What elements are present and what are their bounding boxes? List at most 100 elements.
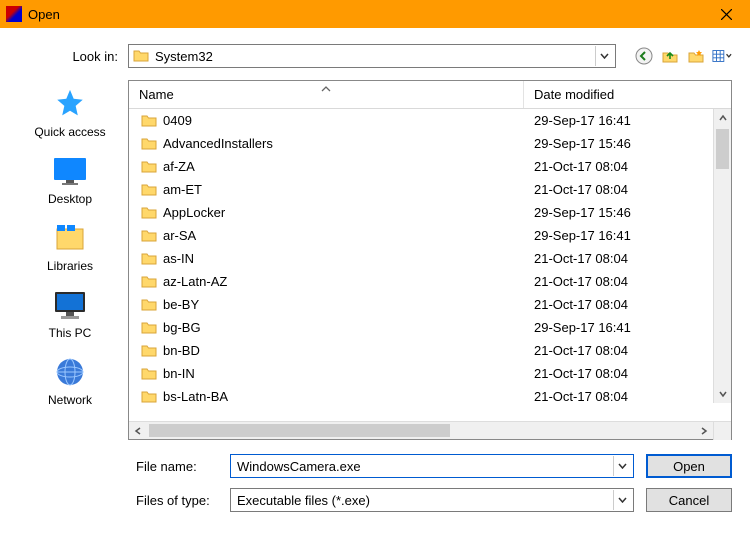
folder-icon <box>141 321 157 335</box>
vscroll-track[interactable] <box>714 127 731 385</box>
file-name-dropdown[interactable] <box>613 456 631 476</box>
look-in-row: Look in: System32 <box>18 44 732 68</box>
files-of-type-field[interactable]: Executable files (*.exe) <box>230 488 634 512</box>
file-list: Name Date modified 0409 29-Sep-17 16:41 Ad… <box>128 80 732 440</box>
file-name-cell: am-ET <box>163 182 202 197</box>
up-one-level-button[interactable] <box>660 46 680 66</box>
look-in-chevron[interactable] <box>595 46 613 66</box>
view-menu-icon <box>712 47 732 65</box>
file-name-field[interactable] <box>230 454 634 478</box>
folder-icon <box>141 183 157 197</box>
file-row[interactable]: af-ZA 21-Oct-17 08:04 <box>129 155 731 178</box>
file-row[interactable]: 0409 29-Sep-17 16:41 <box>129 109 731 132</box>
column-headers: Name Date modified <box>129 81 731 109</box>
place-desktop[interactable]: Desktop <box>48 153 92 206</box>
file-row[interactable]: bn-BD 21-Oct-17 08:04 <box>129 339 731 362</box>
folder-icon <box>141 206 157 220</box>
scroll-left-button[interactable] <box>129 422 147 440</box>
cancel-button[interactable]: Cancel <box>646 488 732 512</box>
file-date-cell: 21-Oct-17 08:04 <box>524 159 731 174</box>
file-date-cell: 29-Sep-17 15:46 <box>524 205 731 220</box>
file-date-cell: 29-Sep-17 16:41 <box>524 228 731 243</box>
file-name-input[interactable] <box>237 459 613 474</box>
file-row[interactable]: be-BY21-Oct-17 08:04 <box>129 293 731 316</box>
file-date-cell: 21-Oct-17 08:04 <box>524 366 731 381</box>
place-quick-access[interactable]: Quick access <box>34 86 105 139</box>
file-row[interactable]: bs-Latn-BA 21-Oct-17 08:04 <box>129 385 731 408</box>
desktop-icon <box>52 153 88 189</box>
new-folder-button[interactable] <box>686 46 706 66</box>
window-title: Open <box>28 7 704 22</box>
file-name-cell: af-ZA <box>163 159 195 174</box>
folder-icon <box>141 298 157 312</box>
file-date-cell: 21-Oct-17 08:04 <box>524 343 731 358</box>
folder-icon <box>141 137 157 151</box>
file-date-cell: 21-Oct-17 08:04 <box>524 389 731 404</box>
folder-icon <box>141 160 157 174</box>
places-bar: Quick access Desktop Libraries This PC N… <box>18 80 122 440</box>
back-button[interactable] <box>634 46 654 66</box>
place-libraries[interactable]: Libraries <box>47 220 93 273</box>
file-date-cell: 29-Sep-17 16:41 <box>524 113 731 128</box>
place-network[interactable]: Network <box>48 354 92 407</box>
open-button[interactable]: Open <box>646 454 732 478</box>
file-name-cell: bs-Latn-BA <box>163 389 228 404</box>
vscroll-thumb[interactable] <box>716 129 729 169</box>
close-button[interactable] <box>704 0 748 28</box>
file-name-cell: AdvancedInstallers <box>163 136 273 151</box>
file-row[interactable]: AdvancedInstallers 29-Sep-17 15:46 <box>129 132 731 155</box>
files-of-type-label: Files of type: <box>18 493 218 508</box>
title-bar: Open <box>0 0 750 28</box>
look-in-value: System32 <box>155 49 595 64</box>
files-of-type-dropdown[interactable] <box>613 490 631 510</box>
new-folder-icon <box>687 47 705 65</box>
folder-icon <box>141 390 157 404</box>
file-name-cell: bn-BD <box>163 343 200 358</box>
file-name-cell: bg-BG <box>163 320 201 335</box>
hscroll-thumb[interactable] <box>149 424 450 437</box>
file-date-cell: 21-Oct-17 08:04 <box>524 182 731 197</box>
view-menu-button[interactable] <box>712 46 732 66</box>
look-in-dropdown[interactable]: System32 <box>128 44 616 68</box>
file-row[interactable]: as-IN 21-Oct-17 08:04 <box>129 247 731 270</box>
look-in-label: Look in: <box>18 49 118 64</box>
file-date-cell: 21-Oct-17 08:04 <box>524 297 731 312</box>
sort-ascending-icon <box>321 80 331 95</box>
folder-icon <box>141 344 157 358</box>
place-this-pc[interactable]: This PC <box>49 287 92 340</box>
folder-icon <box>141 275 157 289</box>
file-date-cell: 21-Oct-17 08:04 <box>524 274 731 289</box>
file-row[interactable]: am-ET 21-Oct-17 08:04 <box>129 178 731 201</box>
file-row[interactable]: az-Latn-AZ21-Oct-17 08:04 <box>129 270 731 293</box>
horizontal-scrollbar[interactable] <box>129 421 731 439</box>
close-icon <box>721 9 732 20</box>
this-pc-icon <box>52 287 88 323</box>
folder-icon <box>133 48 149 64</box>
hscroll-track[interactable] <box>147 422 695 439</box>
folder-icon <box>141 367 157 381</box>
file-name-cell: 0409 <box>163 113 192 128</box>
file-row[interactable]: bg-BG29-Sep-17 16:41 <box>129 316 731 339</box>
folder-icon <box>141 252 157 266</box>
network-icon <box>52 354 88 390</box>
files-of-type-value: Executable files (*.exe) <box>237 493 613 508</box>
file-date-cell: 21-Oct-17 08:04 <box>524 251 731 266</box>
file-row[interactable]: bn-IN 21-Oct-17 08:04 <box>129 362 731 385</box>
scroll-up-button[interactable] <box>714 109 732 127</box>
scroll-right-button[interactable] <box>695 422 713 440</box>
column-header-name[interactable]: Name <box>129 81 524 108</box>
folder-icon <box>141 229 157 243</box>
file-name-cell: AppLocker <box>163 205 225 220</box>
file-row[interactable]: AppLocker 29-Sep-17 15:46 <box>129 201 731 224</box>
file-name-cell: as-IN <box>163 251 194 266</box>
app-icon <box>6 6 22 22</box>
column-header-date[interactable]: Date modified <box>524 81 713 108</box>
scroll-down-button[interactable] <box>714 385 732 403</box>
vertical-scrollbar[interactable] <box>713 109 731 403</box>
folder-up-icon <box>661 47 679 65</box>
file-date-cell: 29-Sep-17 15:46 <box>524 136 731 151</box>
file-name-cell: bn-IN <box>163 366 195 381</box>
toolbar <box>634 46 732 66</box>
back-icon <box>635 47 653 65</box>
file-row[interactable]: ar-SA29-Sep-17 16:41 <box>129 224 731 247</box>
